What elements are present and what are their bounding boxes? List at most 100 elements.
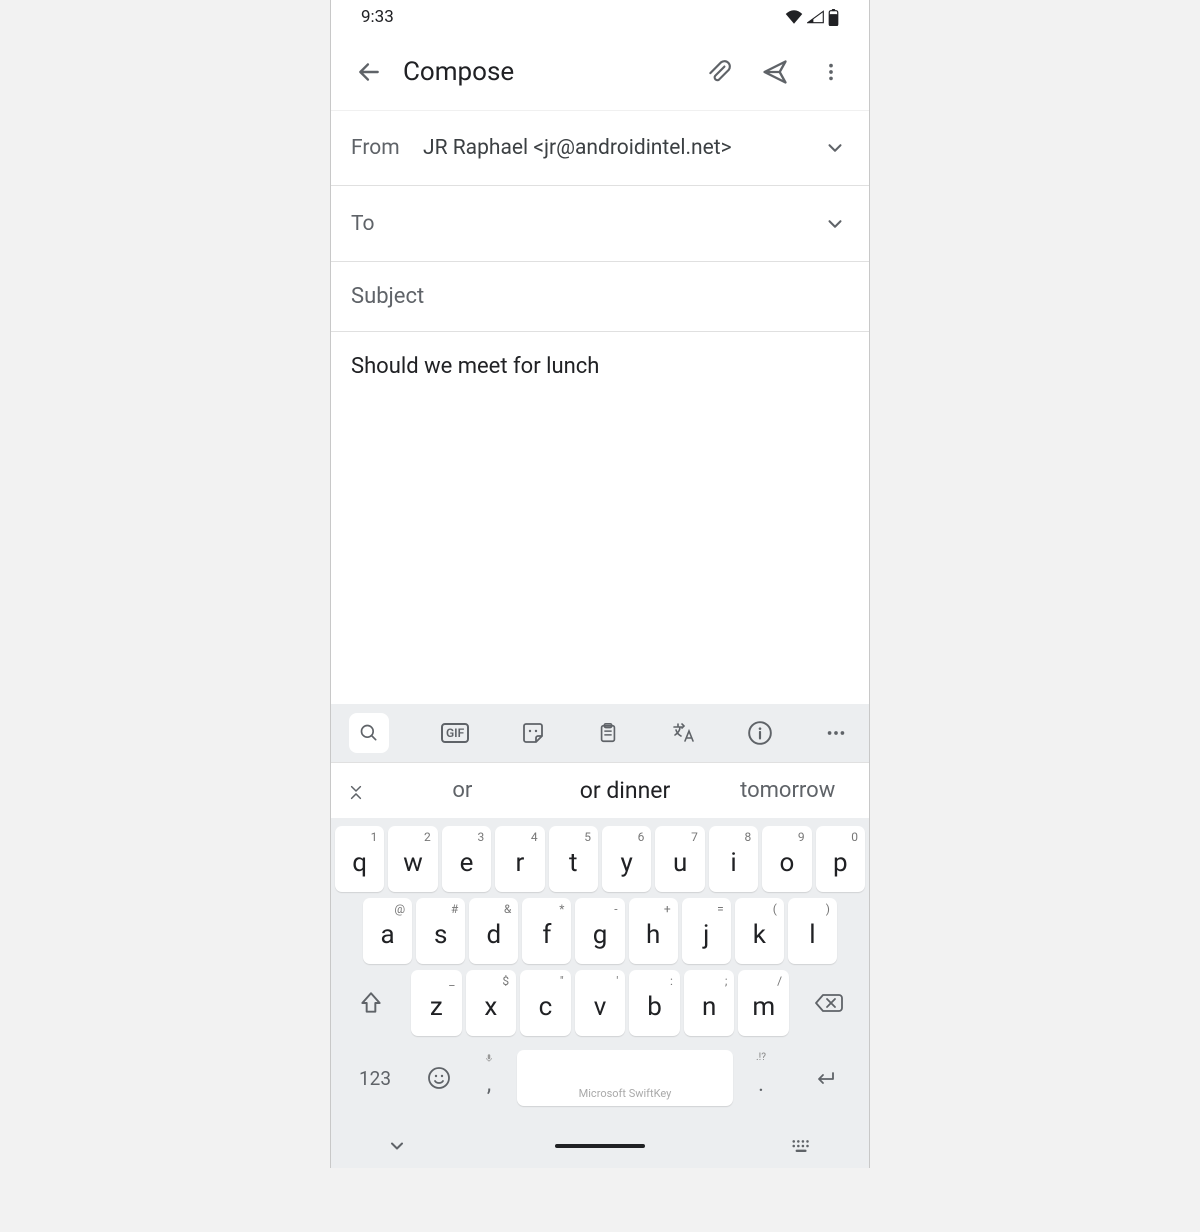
- to-expand[interactable]: [821, 210, 849, 238]
- to-row[interactable]: To: [331, 186, 869, 262]
- key-u[interactable]: 7u: [655, 826, 704, 892]
- back-button[interactable]: [345, 48, 393, 96]
- key-o[interactable]: 9o: [762, 826, 811, 892]
- key-letter: s: [434, 920, 447, 950]
- kb-translate-button[interactable]: [671, 721, 695, 745]
- comma-key[interactable]: ,: [467, 1050, 511, 1106]
- home-pill[interactable]: [555, 1144, 645, 1148]
- status-time: 9:33: [361, 7, 394, 27]
- shift-key[interactable]: [335, 970, 407, 1036]
- key-letter: f: [542, 920, 551, 950]
- key-p[interactable]: 0p: [816, 826, 865, 892]
- key-z[interactable]: _z: [411, 970, 462, 1036]
- key-hint: 7: [691, 830, 698, 844]
- kb-search-button[interactable]: [349, 713, 389, 753]
- numeric-key[interactable]: 123: [339, 1050, 411, 1106]
- space-label: Microsoft SwiftKey: [579, 1087, 672, 1100]
- battery-icon: [828, 9, 839, 26]
- send-button[interactable]: [751, 48, 799, 96]
- key-r[interactable]: 4r: [495, 826, 544, 892]
- key-b[interactable]: :b: [629, 970, 680, 1036]
- key-hint: 9: [798, 830, 805, 844]
- key-e[interactable]: 3e: [442, 826, 491, 892]
- key-v[interactable]: 'v: [575, 970, 626, 1036]
- key-c[interactable]: "c: [520, 970, 571, 1036]
- backspace-key[interactable]: [793, 970, 865, 1036]
- from-row[interactable]: From JR Raphael <jr@androidintel.net>: [331, 110, 869, 186]
- body-input[interactable]: Should we meet for lunch: [331, 332, 869, 612]
- key-letter: m: [752, 992, 775, 1022]
- attach-button[interactable]: [695, 48, 743, 96]
- kb-sticker-button[interactable]: [521, 721, 545, 745]
- more-button[interactable]: [807, 48, 855, 96]
- chevron-down-icon: [824, 213, 846, 235]
- key-letter: x: [484, 992, 497, 1022]
- key-y[interactable]: 6y: [602, 826, 651, 892]
- nav-keyboard-switch[interactable]: [791, 1138, 813, 1154]
- more-horiz-icon: [825, 722, 847, 744]
- key-hint: *: [559, 902, 564, 916]
- key-t[interactable]: 5t: [549, 826, 598, 892]
- key-l[interactable]: )l: [788, 898, 837, 964]
- suggestion-1[interactable]: or: [381, 778, 544, 803]
- key-n[interactable]: ;n: [684, 970, 735, 1036]
- key-hint: 4: [531, 830, 538, 844]
- kb-collapse-button[interactable]: [331, 780, 381, 802]
- nav-back-button[interactable]: [387, 1136, 407, 1156]
- kb-info-button[interactable]: [747, 720, 773, 746]
- key-x[interactable]: $x: [466, 970, 517, 1036]
- key-q[interactable]: 1q: [335, 826, 384, 892]
- key-letter: v: [594, 992, 607, 1022]
- keyboard: GIF or or dinner tomorrow: [331, 704, 869, 1168]
- key-letter: t: [569, 848, 578, 878]
- key-hint: 2: [424, 830, 431, 844]
- key-f[interactable]: *f: [522, 898, 571, 964]
- key-hint: 5: [584, 830, 591, 844]
- shift-icon: [358, 990, 384, 1016]
- chevron-down-icon: [387, 1136, 407, 1156]
- key-hint: :: [670, 974, 673, 988]
- kb-clipboard-button[interactable]: [597, 721, 619, 745]
- key-g[interactable]: -g: [575, 898, 624, 964]
- paperclip-icon: [706, 59, 732, 85]
- suggestion-2[interactable]: or dinner: [544, 777, 707, 804]
- key-a[interactable]: @a: [363, 898, 412, 964]
- key-hint: ;: [725, 974, 728, 988]
- key-letter: k: [753, 920, 766, 950]
- key-hint: @: [394, 902, 405, 916]
- space-key[interactable]: Microsoft SwiftKey: [517, 1050, 733, 1106]
- status-icons: [785, 9, 839, 26]
- period-key[interactable]: .!? .: [739, 1050, 783, 1106]
- key-k[interactable]: (k: [735, 898, 784, 964]
- nav-bar: [331, 1124, 869, 1168]
- key-hint: 8: [744, 830, 751, 844]
- period-label: .: [758, 1072, 764, 1097]
- key-i[interactable]: 8i: [709, 826, 758, 892]
- key-m[interactable]: /m: [738, 970, 789, 1036]
- kb-gif-button[interactable]: GIF: [441, 723, 469, 743]
- suggestion-3[interactable]: tomorrow: [706, 778, 869, 803]
- emoji-key[interactable]: [417, 1050, 461, 1106]
- key-w[interactable]: 2w: [388, 826, 437, 892]
- key-letter: j: [703, 920, 709, 950]
- key-j[interactable]: =j: [682, 898, 731, 964]
- key-s[interactable]: #s: [416, 898, 465, 964]
- key-hint: _: [449, 974, 454, 988]
- subject-input[interactable]: Subject: [331, 262, 869, 332]
- keyboard-suggestions: or or dinner tomorrow: [331, 762, 869, 818]
- key-d[interactable]: &d: [469, 898, 518, 964]
- status-bar: 9:33: [331, 0, 869, 34]
- key-hint: 6: [638, 830, 645, 844]
- key-h[interactable]: +h: [629, 898, 678, 964]
- enter-key[interactable]: [789, 1050, 861, 1106]
- key-hint: #: [451, 902, 458, 916]
- from-label: From: [351, 136, 423, 160]
- key-letter: g: [593, 920, 608, 950]
- kb-more-button[interactable]: [825, 722, 847, 744]
- from-expand[interactable]: [821, 134, 849, 162]
- key-letter: u: [673, 848, 687, 878]
- arrow-left-icon: [356, 59, 382, 85]
- enter-icon: [811, 1066, 839, 1090]
- key-hint: ): [826, 902, 830, 916]
- signal-icon: [807, 10, 824, 24]
